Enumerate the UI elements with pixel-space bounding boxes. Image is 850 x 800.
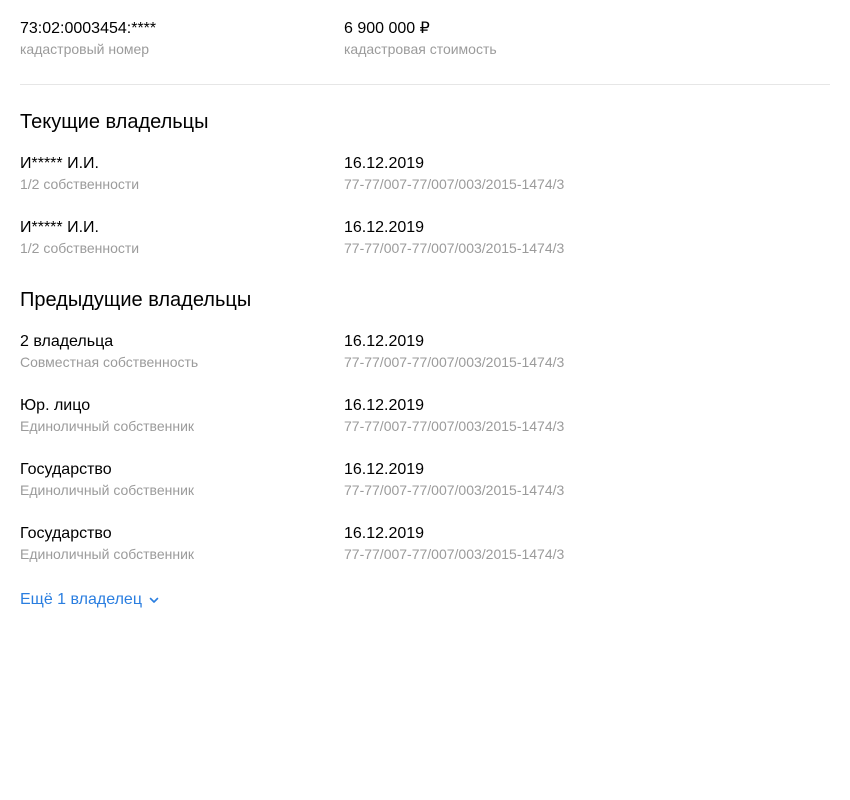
registration-date: 16.12.2019 [344,525,425,542]
owner-registration: 16.12.2019 77-77/007-77/007/003/2015-147… [344,332,564,370]
registration-record: 77-77/007-77/007/003/2015-1474/3 [344,418,565,434]
registration-record: 77-77/007-77/007/003/2015-1474/3 [344,240,565,256]
owner-info: Государство Единоличный собственник [20,524,194,562]
owner-registration: 16.12.2019 77-77/007-77/007/003/2015-147… [344,524,564,562]
current-owners-title: Текущие владельцы [20,111,209,133]
owner-registration: 16.12.2019 77-77/007-77/007/003/2015-147… [344,396,564,434]
registration-date: 16.12.2019 [344,333,425,350]
chevron-down-icon [149,597,159,603]
owner-registration: 16.12.2019 77-77/007-77/007/003/2015-147… [344,154,564,192]
registration-date: 16.12.2019 [344,461,425,478]
owner-registration: 16.12.2019 77-77/007-77/007/003/2015-147… [344,218,564,256]
show-more-owners-label: Ещё 1 владелец [20,591,142,608]
owner-registration: 16.12.2019 77-77/007-77/007/003/2015-147… [344,460,564,498]
owner-share: 1/2 собственности [20,240,140,256]
owner-info: Юр. лицо Единоличный собственник [20,396,194,434]
cadastral-value-block: 6 900 000 ₽ кадастровая стоимость [344,19,497,57]
current-owners-list: И***** И.И. 1/2 собственности 16.12.2019… [20,154,830,282]
owner-share: 1/2 собственности [20,176,140,192]
owner-name: Государство [20,461,112,478]
show-more-owners-link[interactable]: Ещё 1 владелец [20,590,160,610]
registration-date: 16.12.2019 [344,219,425,236]
cadastral-number-label: кадастровый номер [20,41,150,57]
owner-name: И***** И.И. [20,219,99,236]
previous-owners-title: Предыдущие владельцы [20,289,252,311]
owner-row: Государство Единоличный собственник 16.1… [20,460,830,524]
owner-share: Единоличный собственник [20,482,195,498]
cadastral-summary: 73:02:0003454:**** кадастровый номер 6 9… [20,0,830,84]
owner-row: 2 владельца Совместная собственность 16.… [20,332,830,396]
owner-row: И***** И.И. 1/2 собственности 16.12.2019… [20,218,830,282]
owner-row: Юр. лицо Единоличный собственник 16.12.2… [20,396,830,460]
cadastral-number-block: 73:02:0003454:**** кадастровый номер [20,19,156,57]
owner-name: И***** И.И. [20,155,99,172]
owner-info: Государство Единоличный собственник [20,460,194,498]
owner-name: Государство [20,525,112,542]
owner-row: Государство Единоличный собственник 16.1… [20,524,830,588]
owner-share: Единоличный собственник [20,418,195,434]
owner-info: 2 владельца Совместная собственность [20,332,198,370]
owner-name: Юр. лицо [20,397,91,414]
owner-row: И***** И.И. 1/2 собственности 16.12.2019… [20,154,830,218]
property-owners-panel: 73:02:0003454:**** кадастровый номер 6 9… [20,0,830,608]
registration-record: 77-77/007-77/007/003/2015-1474/3 [344,546,565,562]
owner-info: И***** И.И. 1/2 собственности [20,218,139,256]
registration-record: 77-77/007-77/007/003/2015-1474/3 [344,176,565,192]
registration-date: 16.12.2019 [344,155,425,172]
owner-share: Совместная собственность [20,354,199,370]
previous-owners-list: 2 владельца Совместная собственность 16.… [20,332,830,588]
cadastral-value: 6 900 000 ₽ [344,20,430,37]
owner-info: И***** И.И. 1/2 собственности [20,154,139,192]
cadastral-value-label: кадастровая стоимость [344,41,497,57]
owner-share: Единоличный собственник [20,546,195,562]
cadastral-number: 73:02:0003454:**** [20,20,157,37]
owner-name: 2 владельца [20,333,114,350]
section-divider [20,84,830,85]
registration-record: 77-77/007-77/007/003/2015-1474/3 [344,354,565,370]
registration-record: 77-77/007-77/007/003/2015-1474/3 [344,482,565,498]
registration-date: 16.12.2019 [344,397,425,414]
